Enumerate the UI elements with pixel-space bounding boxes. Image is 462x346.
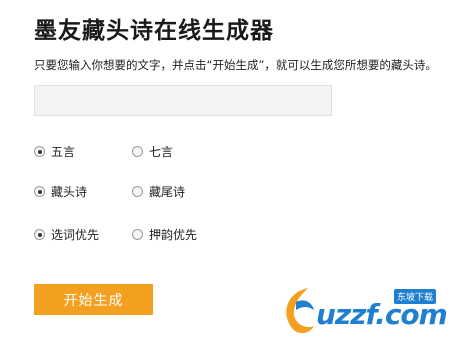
radio-five-char[interactable]: 五言 [34, 143, 75, 160]
radio-acrostic-head[interactable]: 藏头诗 [34, 183, 87, 200]
radio-label: 藏头诗 [51, 185, 88, 199]
radio-label: 藏尾诗 [149, 185, 186, 199]
text-input[interactable] [34, 85, 332, 116]
radio-button-checked[interactable] [34, 146, 45, 157]
radio-word-priority[interactable]: 选词优先 [34, 226, 99, 243]
radio-button[interactable] [132, 146, 143, 157]
radio-button[interactable] [132, 186, 143, 197]
site-watermark: uzzf.com 东坡下载 [278, 276, 458, 340]
mode-option-group: 选词优先 押韵优先 [34, 226, 334, 242]
radio-acrostic-tail[interactable]: 藏尾诗 [132, 183, 185, 200]
radio-button-checked[interactable] [34, 186, 45, 197]
page-title: 墨友藏头诗在线生成器 [34, 18, 274, 44]
radio-label: 七言 [149, 145, 174, 159]
instructions-text: 只要您输入你想要的文字，并点击“开始生成”，就可以生成您所想要的藏头诗。 [34, 58, 437, 72]
watermark-badge: 东坡下载 [394, 289, 437, 304]
radio-button-checked[interactable] [34, 229, 45, 240]
radio-rhyme-priority[interactable]: 押韵优先 [132, 226, 197, 243]
radio-button[interactable] [132, 229, 143, 240]
radio-label: 五言 [51, 145, 76, 159]
position-option-group: 藏头诗 藏尾诗 [34, 183, 334, 199]
radio-seven-char[interactable]: 七言 [132, 143, 173, 160]
start-generate-button[interactable]: 开始生成 [34, 284, 153, 315]
length-option-group: 五言 七言 [34, 143, 334, 159]
radio-label: 押韵优先 [149, 228, 198, 242]
watermark-logo-icon [286, 288, 314, 334]
radio-label: 选词优先 [51, 228, 100, 242]
